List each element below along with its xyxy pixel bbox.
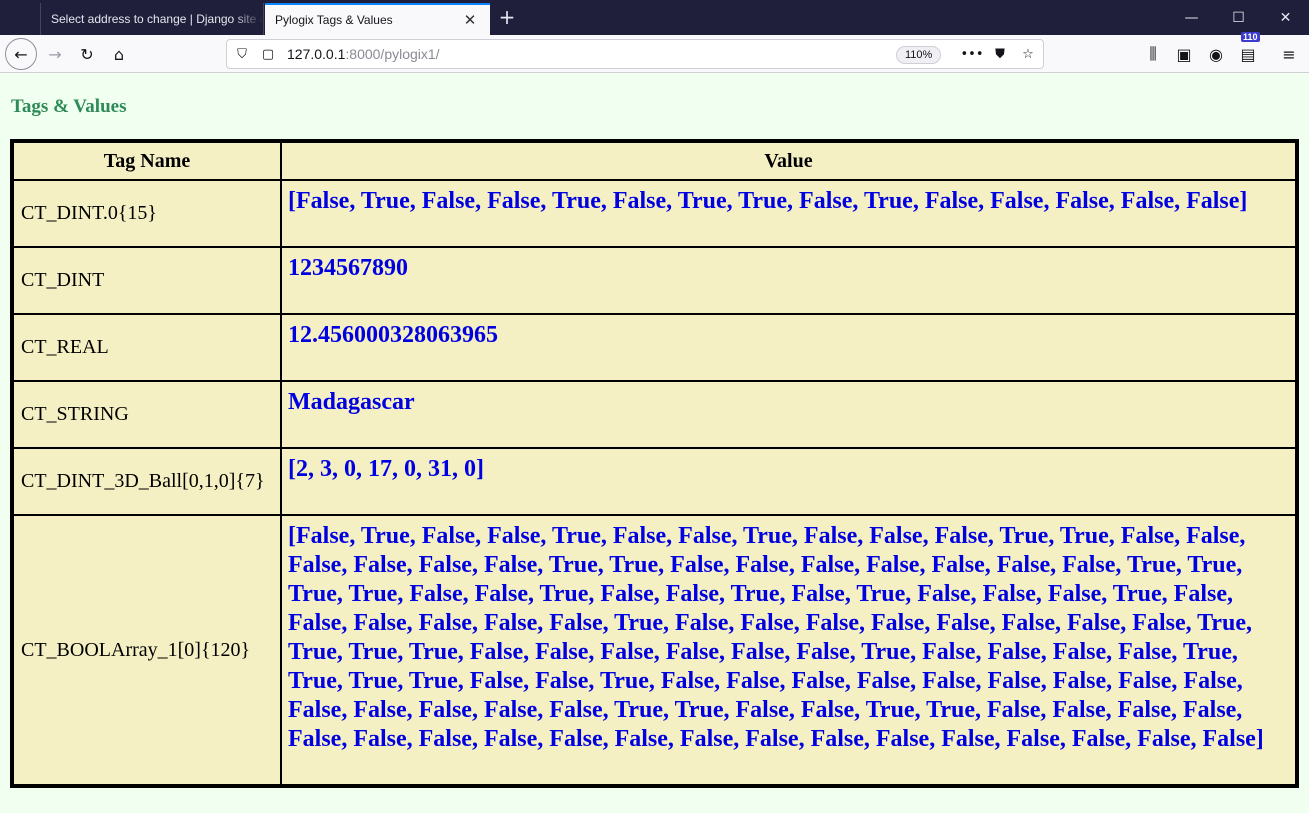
back-icon[interactable]: ← [5,38,37,70]
bookmark-star-icon[interactable]: ☆ [1019,45,1037,63]
tag-value-cell: [False, True, False, False, True, False,… [280,179,1298,248]
new-tab-icon[interactable]: + [496,6,518,28]
tab-django-admin[interactable]: Select address to change | Django site a… [40,3,264,35]
close-tab-icon[interactable]: ✕ [462,12,478,28]
table-row: CT_DINT.0{15} [False, True, False, False… [11,179,1298,248]
tag-value-cell: 12.456000328063965 [280,313,1298,382]
pocket-icon[interactable]: ⛊ [991,45,1009,63]
nav-bar: ← → ↻ ⌂ ⛉ ▢ 127.0.0.1:8000/pylogix1/ 110… [0,32,1309,73]
menu-icon[interactable]: ≡ [1274,39,1304,69]
account-icon[interactable]: ◉ [1201,39,1231,69]
table-row: CT_STRING Madagascar [11,380,1298,449]
column-header-tag-name: Tag Name [11,140,282,181]
tab-strip: Select address to change | Django site a… [0,0,1309,35]
tab-title: Pylogix Tags & Values [275,13,393,27]
tag-value-cell: Madagascar [280,380,1298,449]
extension-icon[interactable]: ▤ 110 [1233,32,1263,69]
maximize-icon[interactable]: ☐ [1215,0,1262,35]
tag-name-cell: CT_REAL [11,313,282,382]
tracking-shield-icon[interactable]: ⛉ [233,45,251,63]
tag-name-cell: CT_DINT [11,246,282,315]
table-row: CT_DINT_3D_Ball[0,1,0]{7} [2, 3, 0, 17, … [11,447,1298,516]
table-row: CT_DINT 1234567890 [11,246,1298,315]
tag-name-cell: CT_BOOLArray_1[0]{120} [11,514,282,787]
tags-table: Tag Name Value CT_DINT.0{15} [False, Tru… [10,139,1299,788]
url-text[interactable]: 127.0.0.1:8000/pylogix1/ [287,46,440,62]
tab-pylogix[interactable]: Pylogix Tags & Values ✕ [265,3,490,35]
tag-value-cell: [False, True, False, False, True, False,… [280,514,1298,787]
forward-icon[interactable]: → [40,39,70,69]
page-title: Tags & Values [11,96,127,117]
tag-name-cell: CT_DINT_3D_Ball[0,1,0]{7} [11,447,282,516]
home-icon[interactable]: ⌂ [104,39,134,69]
sidebar-icon[interactable]: ▣ [1169,39,1199,69]
window-controls: — ☐ ✕ [1168,0,1309,35]
extension-badge: 110 [1241,32,1260,42]
library-icon[interactable]: ⫼ [1138,39,1168,69]
table-row: CT_BOOLArray_1[0]{120} [False, True, Fal… [11,514,1298,787]
table-header-row: Tag Name Value [11,140,1298,181]
tag-name-cell: CT_DINT.0{15} [11,179,282,248]
minimize-icon[interactable]: — [1168,0,1215,35]
zoom-indicator[interactable]: 110% [896,46,942,64]
tag-value-cell: 1234567890 [280,246,1298,315]
table-row: CT_REAL 12.456000328063965 [11,313,1298,382]
url-bar[interactable]: ⛉ ▢ 127.0.0.1:8000/pylogix1/ 110% ••• ⛊ … [226,39,1044,69]
column-header-value: Value [280,140,1298,181]
close-window-icon[interactable]: ✕ [1262,0,1309,35]
tag-name-cell: CT_STRING [11,380,282,449]
page-actions-icon[interactable]: ••• [961,45,984,63]
page-content: Tags & Values Tag Name Value CT_DINT.0{1… [0,73,1309,813]
reload-icon[interactable]: ↻ [72,39,102,69]
tag-value-cell: [2, 3, 0, 17, 0, 31, 0] [280,447,1298,516]
page-info-icon[interactable]: ▢ [259,45,277,63]
